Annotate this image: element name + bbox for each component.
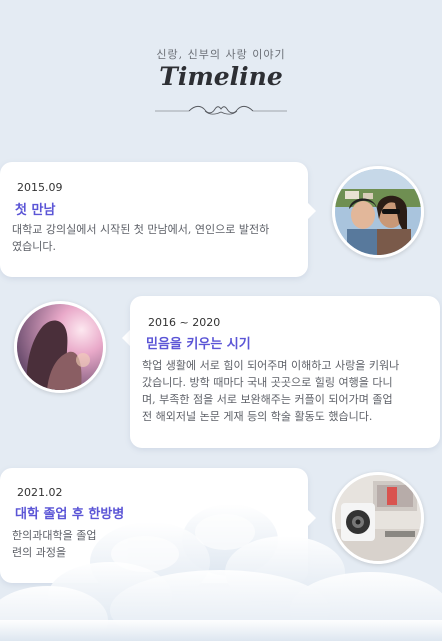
description-line: 며, 부족한 점을 서로 보완해주는 커플이 되어가며 졸업 [142, 393, 393, 406]
timeline-card-1: 2015.09 첫 만남 대학교 강의실에서 시작된 첫 만남에서, 연인으로 … [0, 162, 308, 277]
timeline-card-2: 2016 ~ 2020 믿음을 키우는 시기 학업 생활에 서로 힘이 되어주며… [130, 296, 440, 448]
timeline-heading: 믿음을 키우는 시기 [146, 337, 251, 352]
decorative-clouds [0, 504, 442, 641]
section-title: Timeline [159, 62, 283, 91]
timeline-description: 대학교 강의실에서 시작된 첫 만남에서, 연인으로 발전하 였습니다. [12, 221, 302, 255]
description-line: 대학교 강의실에서 시작된 첫 만남에서, 연인으로 발전하 [12, 223, 270, 236]
couple-selfie-image [335, 169, 421, 255]
timeline-date: 2016 ~ 2020 [148, 316, 221, 329]
description-line: 갔습니다. 방학 때마다 국내 곳곳으로 힐링 여행을 다니 [142, 376, 393, 389]
section-subtitle: 신랑, 신부의 사랑 이야기 [156, 48, 286, 61]
description-line: 였습니다. [12, 240, 56, 253]
timeline-description: 학업 생활에 서로 힘이 되어주며 이해하고 사랑을 키워나 갔습니다. 방학 … [142, 357, 436, 425]
ornament-divider-icon [155, 105, 287, 115]
card-pointer [308, 203, 316, 219]
sunset-couple-image [17, 304, 103, 390]
card-pointer [122, 330, 130, 346]
description-line: 학업 생활에 서로 힘이 되어주며 이해하고 사랑을 키워나 [142, 359, 400, 372]
sunset-couple-photo[interactable] [14, 301, 106, 393]
timeline-heading: 첫 만남 [15, 203, 56, 218]
description-line: 전 해외저널 논문 게재 등의 학술 활동도 했습니다. [142, 410, 373, 423]
timeline-date: 2015.09 [17, 181, 63, 194]
couple-selfie-photo[interactable] [332, 166, 424, 258]
